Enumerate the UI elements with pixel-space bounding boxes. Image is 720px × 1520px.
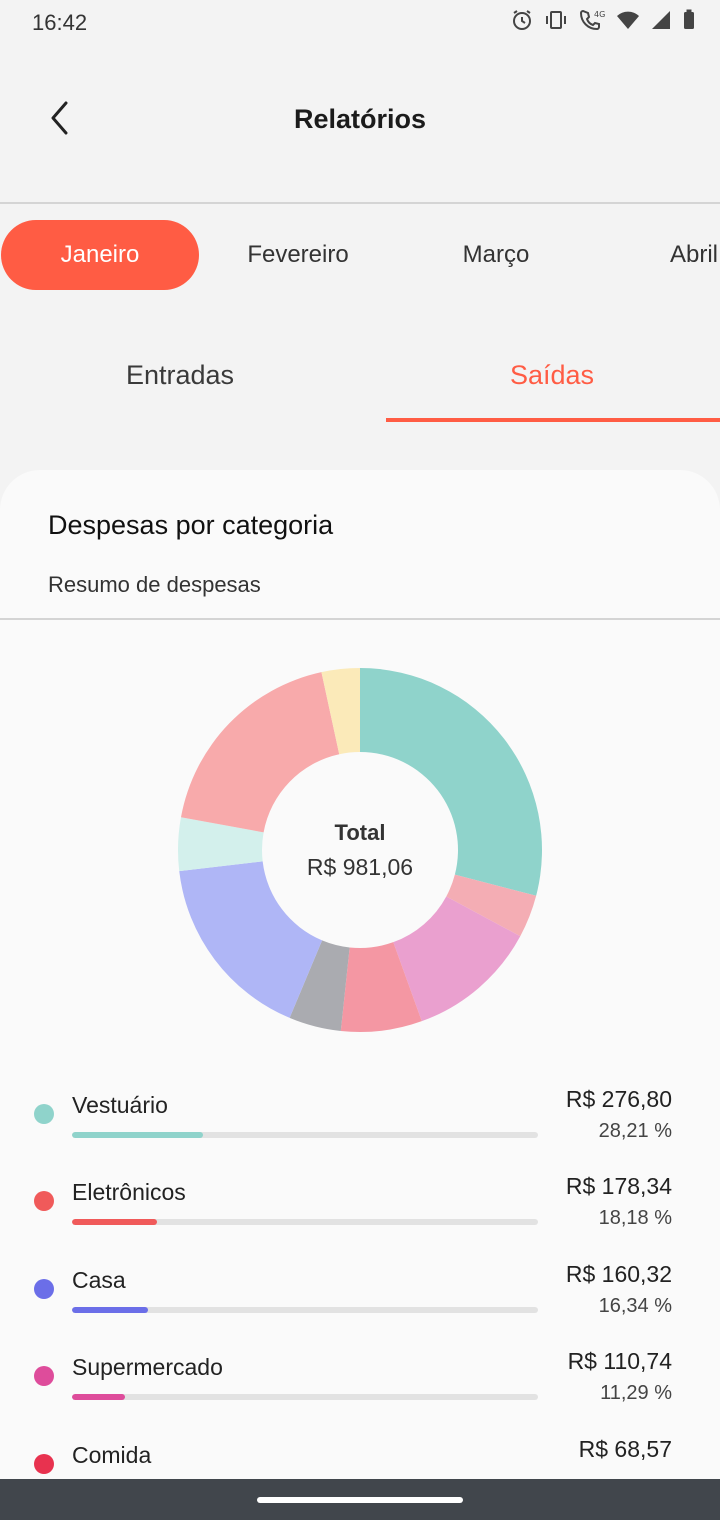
month-chip-janeiro[interactable]: Janeiro: [1, 220, 199, 290]
list-item[interactable]: Casa R$ 160,32 16,34 %: [0, 1257, 720, 1337]
progress-track: [72, 1132, 538, 1138]
signal-icon: [652, 11, 670, 29]
total-value: R$ 981,06: [306, 854, 414, 880]
progress-track: [72, 1394, 538, 1400]
category-dot: [34, 1366, 54, 1386]
status-icons: 4G: [510, 8, 696, 32]
category-dot: [34, 1454, 54, 1474]
app-bar: Relatórios: [0, 46, 720, 204]
tab-saidas[interactable]: Saídas: [372, 330, 720, 420]
month-chip-marco[interactable]: Março: [397, 220, 595, 290]
progress-fill: [72, 1132, 204, 1138]
card-subtitle: Resumo de despesas: [48, 572, 261, 597]
page-title: Relatórios: [293, 104, 427, 134]
category-percent: 11,29 %: [600, 1382, 672, 1404]
category-amount: R$ 68,57: [578, 1436, 672, 1462]
category-name: Vestuário: [72, 1092, 168, 1118]
list-item[interactable]: Vestuário R$ 276,80 28,21 %: [0, 1082, 720, 1162]
category-dot: [34, 1104, 54, 1124]
alarm-icon: [513, 10, 531, 30]
category-name: Eletrônicos: [72, 1179, 186, 1205]
progress-fill: [72, 1394, 125, 1400]
card-title: Despesas por categoria: [48, 510, 334, 540]
category-amount: R$ 178,34: [565, 1173, 672, 1199]
tab-entradas[interactable]: Entradas: [0, 330, 360, 420]
list-item[interactable]: Supermercado R$ 110,74 11,29 %: [0, 1344, 720, 1424]
category-percent: 18,18 %: [598, 1207, 672, 1229]
system-nav-bar: [0, 1479, 720, 1520]
wifi-call-icon: 4G: [579, 9, 605, 31]
list-item[interactable]: Comida R$ 68,57: [0, 1432, 720, 1480]
category-name: Supermercado: [72, 1354, 223, 1380]
battery-icon: [684, 9, 694, 29]
category-dot: [34, 1191, 54, 1211]
donut-center: Total R$ 981,06: [170, 660, 550, 1040]
month-chip-fevereiro[interactable]: Fevereiro: [199, 220, 397, 290]
month-chip-abril[interactable]: Abril: [595, 220, 720, 290]
home-indicator[interactable]: [257, 1497, 463, 1503]
total-label: Total: [334, 820, 386, 845]
category-dot: [34, 1279, 54, 1299]
status-time: 16:42: [32, 10, 88, 35]
tab-bar: Entradas Saídas: [0, 330, 720, 424]
progress-fill: [72, 1219, 157, 1225]
category-name: Casa: [72, 1267, 126, 1293]
progress-fill: [72, 1307, 149, 1313]
expenses-card: Despesas por categoria Resumo de despesa…: [0, 470, 720, 1480]
category-percent: 28,21 %: [598, 1120, 672, 1142]
wifi-icon: [617, 11, 639, 29]
category-amount: R$ 276,80: [565, 1086, 672, 1112]
divider: [0, 618, 720, 620]
category-percent: 16,34 %: [598, 1295, 672, 1317]
status-bar: 16:42 4G: [0, 0, 720, 46]
month-selector: Janeiro Fevereiro Março Abril: [0, 220, 720, 290]
category-amount: R$ 160,32: [565, 1261, 672, 1287]
tab-indicator: [386, 418, 720, 422]
progress-track: [72, 1307, 538, 1313]
category-name: Comida: [72, 1442, 152, 1468]
progress-track: [72, 1219, 538, 1225]
list-item[interactable]: Eletrônicos R$ 178,34 18,18 %: [0, 1169, 720, 1249]
category-amount: R$ 110,74: [567, 1348, 672, 1374]
network-label: 4G: [594, 10, 605, 19]
vibrate-icon: [546, 11, 566, 29]
